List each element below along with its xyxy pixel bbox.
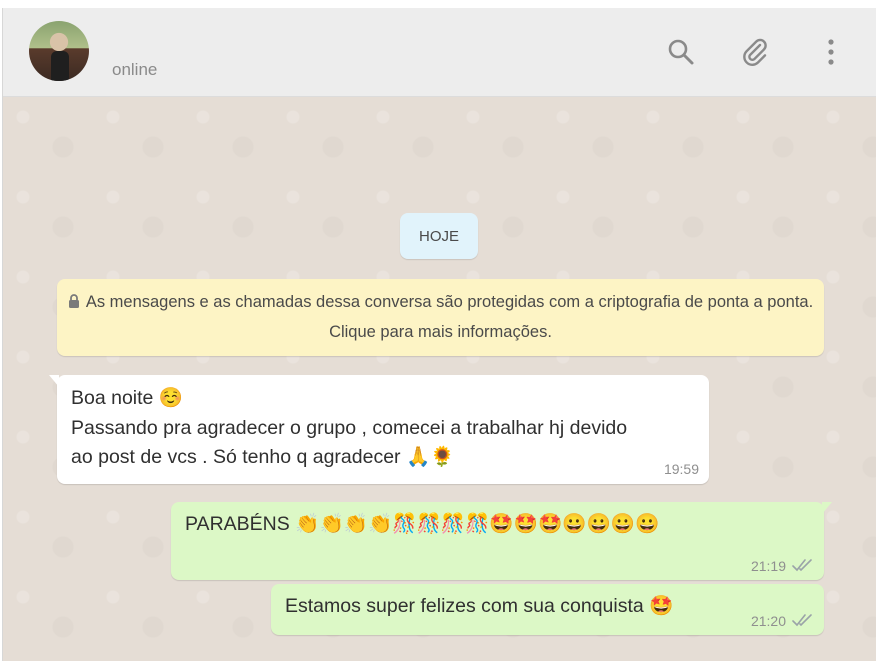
encryption-notice[interactable]: As mensagens e as chamadas dessa convers… xyxy=(57,279,824,356)
message-line: ao post de vcs . Só tenho q agradecer 🙏🌻 xyxy=(71,446,455,468)
encryption-notice-text: As mensagens e as chamadas dessa convers… xyxy=(85,293,814,341)
message-line: Passando pra agradecer o grupo , comecei… xyxy=(71,416,628,439)
message-time: 21:20 xyxy=(750,613,786,629)
outgoing-message[interactable]: Estamos super felizes com sua conquista … xyxy=(271,584,824,635)
bubble-tail xyxy=(49,375,59,387)
read-tick-icon xyxy=(792,614,812,627)
bubble-tail xyxy=(822,502,832,514)
paperclip-icon[interactable] xyxy=(739,36,771,68)
contact-status: online xyxy=(112,60,158,79)
message-time: 19:59 xyxy=(663,461,699,477)
message-text: Estamos super felizes com sua conquista … xyxy=(285,595,674,617)
menu-dots-icon[interactable] xyxy=(815,36,847,68)
incoming-message[interactable]: Boa noite ☺️ Passando pra agradecer o gr… xyxy=(49,375,709,484)
chat-header: online xyxy=(3,8,876,97)
message-time: 21:19 xyxy=(750,558,786,574)
read-tick-icon xyxy=(792,559,812,572)
lock-icon xyxy=(68,288,80,308)
outgoing-message[interactable]: PARABÉNS 👏👏👏👏🎊🎊🎊🎊🤩🤩🤩😀😀😀😀 21:19 xyxy=(171,502,832,580)
message-line: Boa noite ☺️ xyxy=(71,387,184,409)
chat-window: online HOJE As mensagens e as chamadas d… xyxy=(2,8,876,661)
contact-avatar[interactable] xyxy=(29,21,89,81)
date-divider: HOJE xyxy=(400,213,478,259)
message-text: PARABÉNS 👏👏👏👏🎊🎊🎊🎊🤩🤩🤩😀😀😀😀 xyxy=(185,513,660,535)
search-icon[interactable] xyxy=(665,36,697,68)
